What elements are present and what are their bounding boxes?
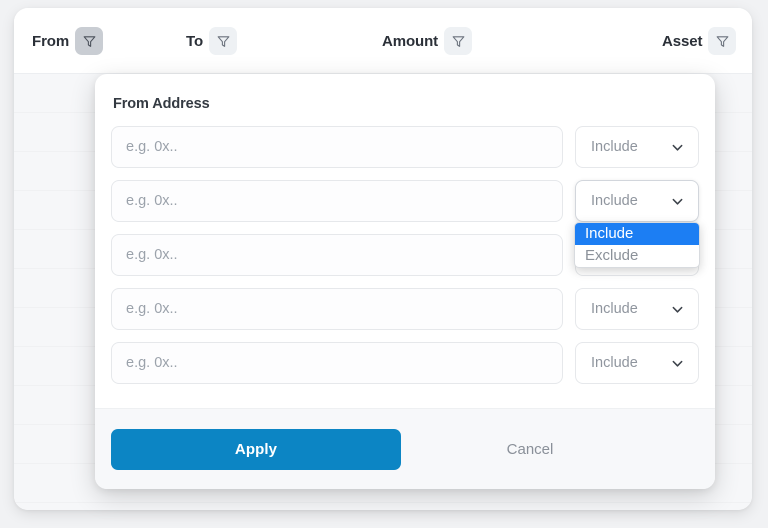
address-input-3[interactable] xyxy=(111,234,563,276)
mode-select-5[interactable]: Include xyxy=(575,342,699,384)
column-header-from: From xyxy=(32,26,104,56)
address-input-1[interactable] xyxy=(111,126,563,168)
from-address-filter-dialog: From Address Include Include Inclu xyxy=(95,74,715,489)
funnel-icon xyxy=(217,35,229,47)
mode-option-exclude[interactable]: Exclude xyxy=(575,245,699,267)
mode-select-value-1: Include xyxy=(591,139,638,155)
column-label-from: From xyxy=(32,32,70,50)
filter-row: Include xyxy=(111,126,699,168)
filter-button-amount[interactable] xyxy=(444,27,473,55)
mode-select-2[interactable]: Include xyxy=(575,180,699,222)
dialog-footer: Apply Cancel xyxy=(95,408,715,489)
chevron-down-icon xyxy=(672,306,683,313)
dialog-title: From Address xyxy=(113,96,210,112)
filter-button-from[interactable] xyxy=(75,27,104,55)
mode-select-1[interactable]: Include xyxy=(575,126,699,168)
mode-option-include[interactable]: Include xyxy=(575,223,699,245)
apply-button[interactable]: Apply xyxy=(111,428,401,470)
column-label-asset: Asset xyxy=(662,32,703,50)
filter-row: Include xyxy=(111,180,699,222)
mode-dropdown-list[interactable]: Include Exclude xyxy=(574,222,700,268)
table-header-row: From To Amount Asset xyxy=(14,8,752,74)
column-header-amount: Amount xyxy=(382,26,473,56)
filter-button-asset[interactable] xyxy=(708,27,737,55)
address-input-5[interactable] xyxy=(111,342,563,384)
chevron-down-icon xyxy=(672,360,683,367)
mode-select-value-5: Include xyxy=(591,355,638,371)
address-input-2[interactable] xyxy=(111,180,563,222)
column-header-to: To xyxy=(186,26,238,56)
funnel-icon xyxy=(452,35,464,47)
address-input-4[interactable] xyxy=(111,288,563,330)
mode-select-value-2: Include xyxy=(591,193,638,209)
column-header-asset: Asset xyxy=(662,26,737,56)
funnel-icon xyxy=(83,35,95,47)
cancel-button[interactable]: Cancel xyxy=(401,440,659,459)
filter-row: Include xyxy=(111,288,699,330)
column-label-to: To xyxy=(186,32,204,50)
chevron-down-icon xyxy=(672,198,683,205)
funnel-icon xyxy=(716,35,729,47)
mode-select-value-4: Include xyxy=(591,301,638,317)
chevron-down-icon xyxy=(672,144,683,151)
filter-button-to[interactable] xyxy=(209,27,238,55)
column-label-amount: Amount xyxy=(382,32,439,50)
filter-row: Include xyxy=(111,342,699,384)
mode-select-4[interactable]: Include xyxy=(575,288,699,330)
